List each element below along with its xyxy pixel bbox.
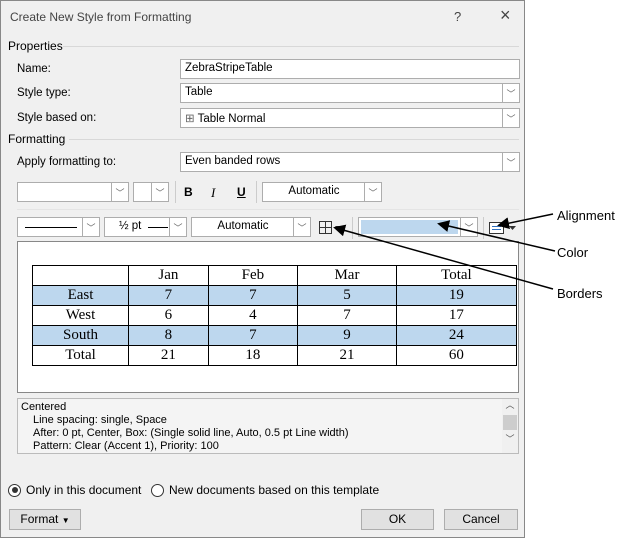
color-arrow [437,220,556,252]
alignment-annotation: Alignment [557,208,615,223]
color-annotation: Color [557,245,589,260]
alignment-arrow [497,213,554,230]
annotation-arrows [333,213,556,290]
borders-annotation: Borders [557,286,603,301]
borders-arrow [333,224,554,290]
